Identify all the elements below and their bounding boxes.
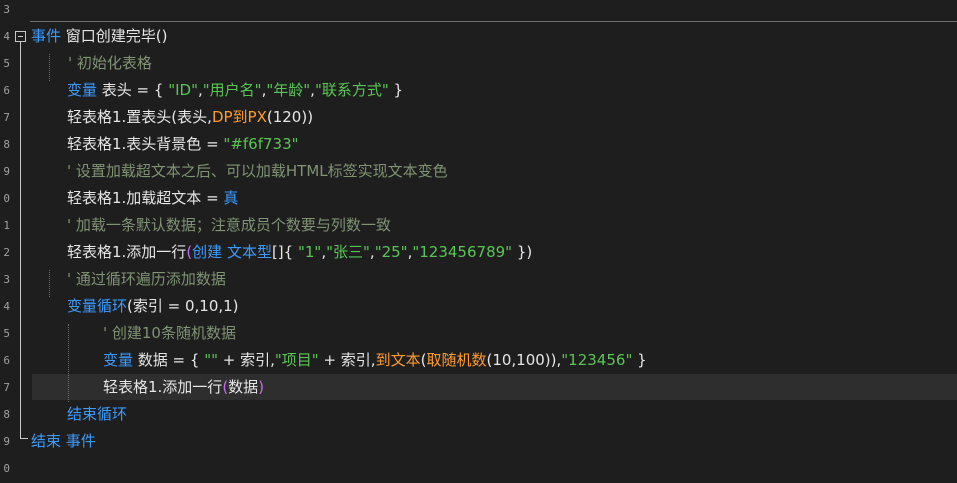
code-token: "#f6f733" — [223, 135, 299, 153]
code-editor[interactable]: 事件 窗口创建完毕() ' 初始化表格变量 表头 = { "ID","用户名","… — [0, 0, 957, 483]
code-token: 轻表格1.添加一行 — [103, 378, 223, 396]
fold-collapse-icon[interactable] — [15, 31, 26, 42]
code-token: (10,100)), — [486, 351, 562, 369]
code-token: "ID" — [168, 81, 198, 99]
code-token: "25" — [374, 243, 408, 261]
line-number: 5 — [3, 57, 10, 70]
code-line[interactable]: ' 创建10条随机数据 — [103, 320, 236, 347]
line-number: 5 — [3, 327, 10, 340]
line-number: 6 — [3, 84, 10, 97]
line-number: 3 — [3, 273, 10, 286]
line-number: 9 — [3, 435, 10, 448]
code-token: ) — [258, 378, 265, 396]
code-line[interactable]: 变量 表头 = { "ID","用户名","年龄","联系方式" } — [67, 77, 403, 104]
code-token: (120)) — [266, 108, 314, 126]
code-line[interactable]: ' 通过循环遍历添加数据 — [67, 266, 226, 293]
code-line[interactable]: 轻表格1.添加一行(数据) — [103, 374, 264, 401]
code-line[interactable]: 轻表格1.添加一行(创建 文本型[]{ "1","张三","25","12345… — [67, 239, 532, 266]
line-number: 8 — [3, 408, 10, 421]
line-number: 9 — [3, 165, 10, 178]
code-token: 轻表格1.添加一行 — [67, 243, 187, 261]
code-token: 事件 — [31, 27, 62, 45]
code-line[interactable]: 事件 窗口创建完毕() — [31, 23, 168, 50]
code-token: 真 — [223, 189, 239, 207]
indent-guide — [68, 324, 70, 402]
code-token: 变量循环 — [67, 297, 128, 315]
line-number: 2 — [3, 246, 10, 259]
code-token: ' 加载一条默认数据；注意成员个数要与列数一致 — [67, 216, 391, 234]
code-token: 结束循环 — [67, 405, 128, 423]
code-token: }) — [512, 243, 533, 261]
code-token: 表头 = { — [97, 81, 169, 99]
code-line[interactable]: 轻表格1.表头背景色 = "#f6f733" — [67, 131, 299, 158]
line-number: 6 — [3, 354, 10, 367]
code-token: "年龄" — [266, 81, 311, 99]
code-line[interactable]: 变量循环(索引 = 0,10,1) — [67, 293, 239, 320]
code-token: "张三" — [326, 243, 370, 261]
code-token: } — [388, 81, 404, 99]
code-token: (索引 = 0,10,1) — [127, 297, 239, 315]
line-number: 0 — [3, 192, 10, 205]
code-token: 轻表格1.表头背景色 = — [67, 135, 224, 153]
line-number: 0 — [3, 462, 10, 475]
code-token: ' 初始化表格 — [68, 54, 152, 72]
code-token: 数据 — [228, 378, 259, 396]
line-number: 4 — [3, 300, 10, 313]
code-token: 到文本 — [375, 351, 421, 369]
line-number: 7 — [3, 111, 10, 124]
code-token: 轻表格1.加载超文本 = — [67, 189, 224, 207]
code-token: ' 创建10条随机数据 — [103, 324, 236, 342]
code-token: + 索引, — [218, 351, 275, 369]
code-token: ' 设置加载超文本之后、可以加载HTML标签实现文本变色 — [67, 162, 448, 180]
code-token: []{ — [271, 243, 298, 261]
code-token: 创建 文本型 — [192, 243, 272, 261]
code-line[interactable]: ' 初始化表格 — [68, 50, 152, 77]
code-line[interactable]: 结束 事件 — [31, 428, 96, 455]
code-token: 取随机数 — [426, 351, 487, 369]
code-token: "123456789" — [412, 243, 513, 261]
line-number: 4 — [3, 30, 10, 43]
code-line[interactable]: 结束循环 — [67, 401, 127, 428]
fold-range-line — [20, 42, 21, 438]
indent-guide — [49, 54, 51, 81]
code-token: ' 通过循环遍历添加数据 — [67, 270, 226, 288]
code-line[interactable]: 轻表格1.加载超文本 = 真 — [67, 185, 238, 212]
line-number: 1 — [3, 219, 10, 232]
code-token: DP到PX — [211, 108, 267, 126]
code-token: "联系方式" — [314, 81, 389, 99]
code-token: "123456" — [561, 351, 633, 369]
indent-guide — [49, 270, 51, 297]
code-token: 变量 — [67, 81, 98, 99]
code-token: 结束 事件 — [31, 432, 96, 450]
code-token: 轻表格1.置表头(表头, — [67, 108, 212, 126]
code-token: 变量 — [103, 351, 134, 369]
code-token: + 索引, — [318, 351, 376, 369]
code-token: "用户名" — [202, 81, 262, 99]
line-number: 3 — [3, 3, 10, 16]
code-token: 窗口创建完毕() — [61, 27, 168, 45]
code-line[interactable]: 变量 数据 = { "" + 索引,"项目" + 索引,到文本(取随机数(10,… — [103, 347, 647, 374]
code-token: 数据 = { — [133, 351, 205, 369]
code-token: } — [632, 351, 647, 369]
code-line[interactable]: 轻表格1.置表头(表头,DP到PX(120)) — [67, 104, 313, 131]
line-number: 8 — [3, 138, 10, 151]
top-separator — [30, 21, 957, 22]
code-token: "" — [204, 351, 219, 369]
code-line[interactable]: ' 设置加载超文本之后、可以加载HTML标签实现文本变色 — [67, 158, 448, 185]
fold-end-tick — [20, 438, 28, 439]
code-line[interactable]: ' 加载一条默认数据；注意成员个数要与列数一致 — [67, 212, 391, 239]
code-token: "1" — [297, 243, 322, 261]
code-token: "项目" — [274, 351, 319, 369]
line-number: 7 — [3, 381, 10, 394]
